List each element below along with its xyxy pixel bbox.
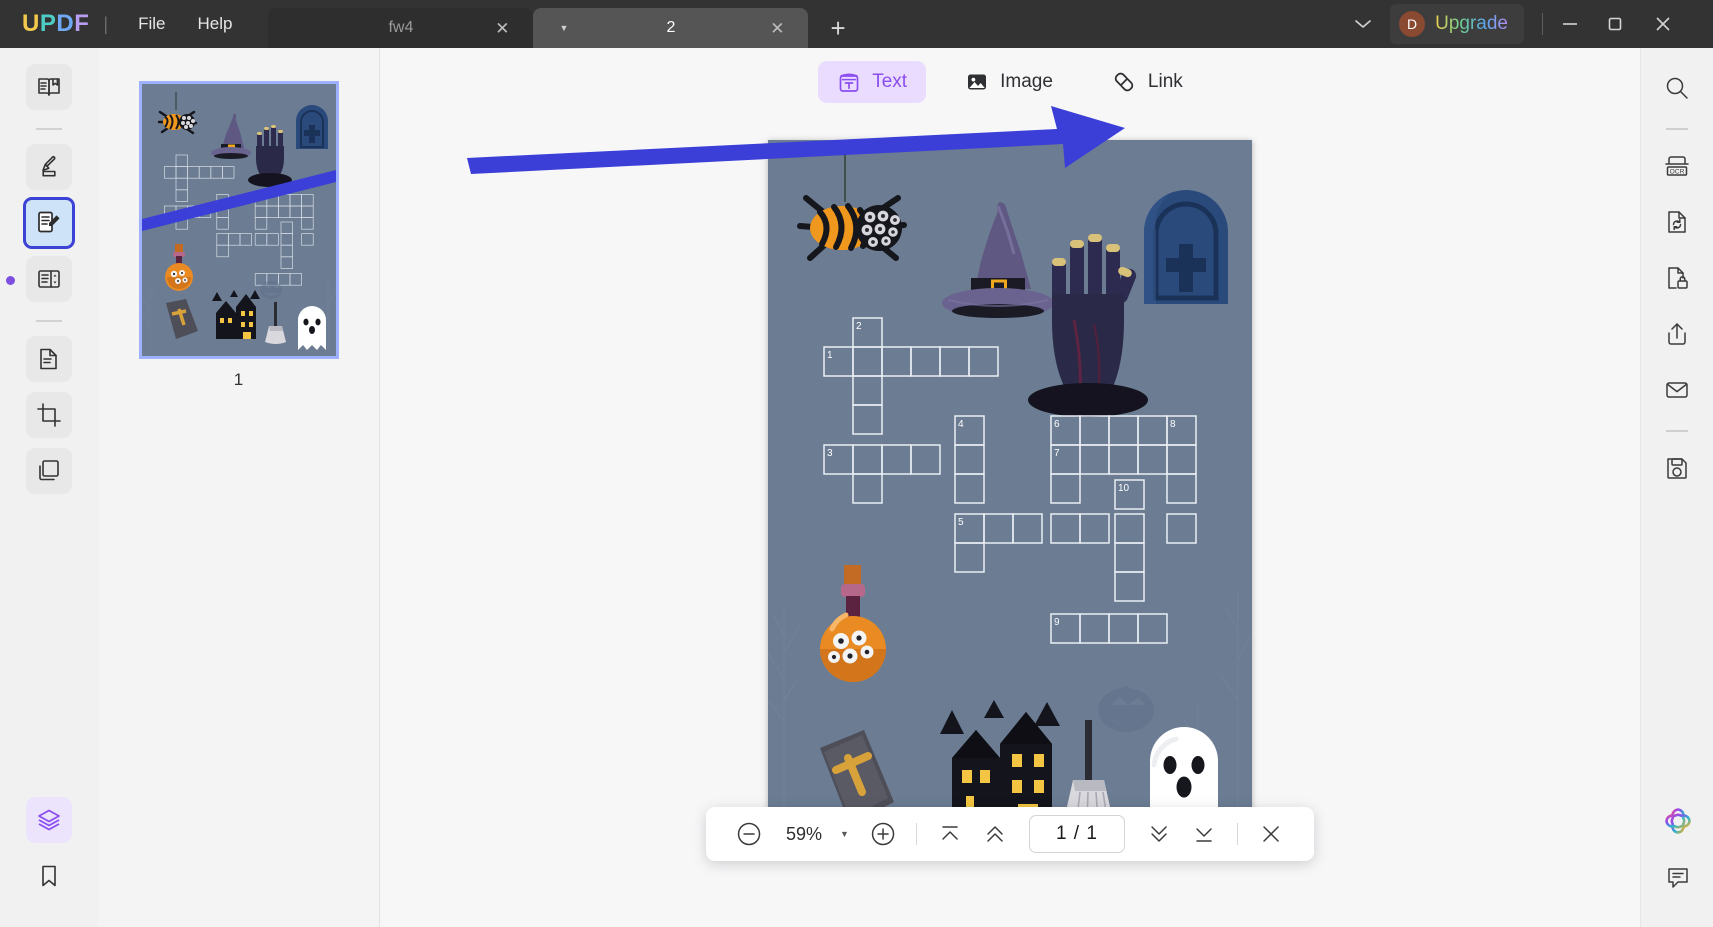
workspace: 1 Text Image [0, 48, 1713, 927]
clue-number-4: 4 [958, 419, 964, 430]
title-bar: U P D F | File Help fw4 ✕ ▼ 2 ✕ + [0, 0, 1713, 48]
protect-document-icon[interactable] [1655, 256, 1699, 300]
sidebar-item-edit-pdf[interactable] [26, 200, 72, 246]
page-indicator-input[interactable]: 1 / 1 [1029, 815, 1125, 853]
link-chain-icon [1111, 69, 1137, 95]
search-icon[interactable] [1655, 66, 1699, 110]
thumbnail-preview [142, 84, 336, 356]
share-export-icon[interactable] [1655, 312, 1699, 356]
menu-help[interactable]: Help [181, 8, 248, 40]
sidebar-item-comment[interactable] [26, 144, 72, 190]
minimize-button[interactable] [1561, 19, 1607, 29]
clue-number-5: 5 [958, 517, 964, 528]
pdf-page-content: 2 1 4 3 6 8 7 10 5 9 [768, 140, 1252, 818]
tab-image[interactable]: Image [946, 61, 1072, 103]
page-thumbnail-panel: 1 [98, 48, 380, 927]
pdf-page[interactable]: 2 1 4 3 6 8 7 10 5 9 [768, 140, 1252, 818]
sidebar-item-bookmark[interactable] [26, 853, 72, 899]
save-disk-icon[interactable] [1655, 446, 1699, 490]
clue-number-1: 1 [827, 350, 833, 361]
left-tool-rail [0, 48, 98, 927]
rail-divider [36, 128, 62, 130]
logo-letter-u: U [22, 10, 40, 38]
avatar[interactable]: D [1399, 11, 1425, 37]
tab-link-label: Link [1148, 71, 1183, 93]
toolbar-divider [1237, 823, 1238, 845]
logo-letter-p: P [40, 10, 57, 38]
updf-logo[interactable]: U P D F [22, 10, 89, 38]
clue-number-6: 6 [1054, 419, 1060, 430]
text-box-icon [837, 70, 861, 94]
first-page-icon[interactable] [929, 813, 971, 855]
thumbnail-page-number: 1 [234, 370, 243, 390]
email-icon[interactable] [1655, 368, 1699, 412]
titlebar-right-controls: D Upgrade [1336, 0, 1713, 48]
tab-image-label: Image [1000, 71, 1053, 93]
clue-number-9: 9 [1054, 617, 1060, 628]
comment-bubble-icon[interactable] [1656, 855, 1700, 899]
clue-number-2: 2 [856, 321, 862, 332]
sidebar-item-batch[interactable] [26, 448, 72, 494]
next-page-icon[interactable] [1138, 813, 1180, 855]
thumbnail-page-1[interactable] [142, 84, 336, 356]
toolbar-divider [916, 823, 917, 845]
tab-fw4[interactable]: fw4 ✕ [268, 8, 533, 48]
tab-label: 2 [666, 19, 675, 37]
menu-file[interactable]: File [122, 8, 181, 40]
right-tool-rail: OCR [1640, 48, 1713, 927]
ai-assistant-icon[interactable] [1656, 799, 1700, 843]
clue-number-8: 8 [1170, 419, 1176, 430]
panel-toggle-dot[interactable] [6, 276, 15, 285]
updf-application-window: U P D F | File Help fw4 ✕ ▼ 2 ✕ + [0, 0, 1713, 927]
chevron-down-icon[interactable] [1336, 18, 1390, 30]
upgrade-button[interactable]: D Upgrade [1390, 4, 1524, 44]
tab-link[interactable]: Link [1092, 60, 1202, 104]
clue-number-10: 10 [1118, 483, 1130, 494]
clue-number-7: 7 [1054, 448, 1060, 459]
previous-page-icon[interactable] [974, 813, 1016, 855]
logo-letter-d: D [56, 10, 74, 38]
zoom-out-button[interactable] [728, 813, 770, 855]
sidebar-item-reader[interactable] [26, 64, 72, 110]
ocr-icon[interactable]: OCR [1655, 144, 1699, 188]
clue-number-3: 3 [827, 448, 833, 459]
page-navigation-toolbar: 59% ▼ 1 / 1 [706, 807, 1314, 861]
tab-close-icon[interactable]: ✕ [495, 20, 509, 37]
sidebar-item-crop[interactable] [26, 392, 72, 438]
tab-dropdown-icon[interactable]: ▼ [559, 23, 568, 33]
right-rail-bottom [1641, 799, 1713, 911]
sidebar-item-convert[interactable] [26, 336, 72, 382]
pdf-page-container[interactable]: 2 1 4 3 6 8 7 10 5 9 [768, 140, 1252, 818]
sidebar-item-layers[interactable] [26, 797, 72, 843]
close-toolbar-button[interactable] [1250, 813, 1292, 855]
zoom-level-value[interactable]: 59% [773, 824, 835, 845]
logo-letter-f: F [74, 10, 89, 38]
zoom-dropdown-icon[interactable]: ▼ [838, 829, 859, 839]
close-button[interactable] [1653, 14, 1699, 34]
tab-label: fw4 [388, 19, 413, 37]
svg-text:OCR: OCR [1670, 168, 1685, 175]
left-rail-bottom [0, 797, 98, 909]
titlebar-vertical-divider [1542, 13, 1543, 35]
rail-divider [1666, 128, 1688, 130]
titlebar-divider: | [103, 14, 108, 35]
zoom-in-button[interactable] [862, 813, 904, 855]
maximize-button[interactable] [1607, 16, 1653, 32]
last-page-icon[interactable] [1183, 813, 1225, 855]
tab-text[interactable]: Text [818, 61, 926, 103]
object-type-tabs: Text Image Link [380, 60, 1640, 104]
convert-document-icon[interactable] [1655, 200, 1699, 244]
rail-divider [1666, 430, 1688, 432]
sidebar-item-organize-pages[interactable] [26, 256, 72, 302]
tab-2[interactable]: ▼ 2 ✕ [533, 8, 808, 48]
new-tab-button[interactable]: + [830, 13, 845, 44]
rail-divider [36, 320, 62, 322]
document-tab-strip: fw4 ✕ ▼ 2 ✕ + [268, 0, 845, 48]
image-icon [965, 70, 989, 94]
tab-text-label: Text [872, 71, 907, 93]
document-viewer: Text Image Link [380, 48, 1640, 927]
upgrade-label: Upgrade [1435, 13, 1508, 35]
tab-close-icon[interactable]: ✕ [770, 20, 784, 37]
